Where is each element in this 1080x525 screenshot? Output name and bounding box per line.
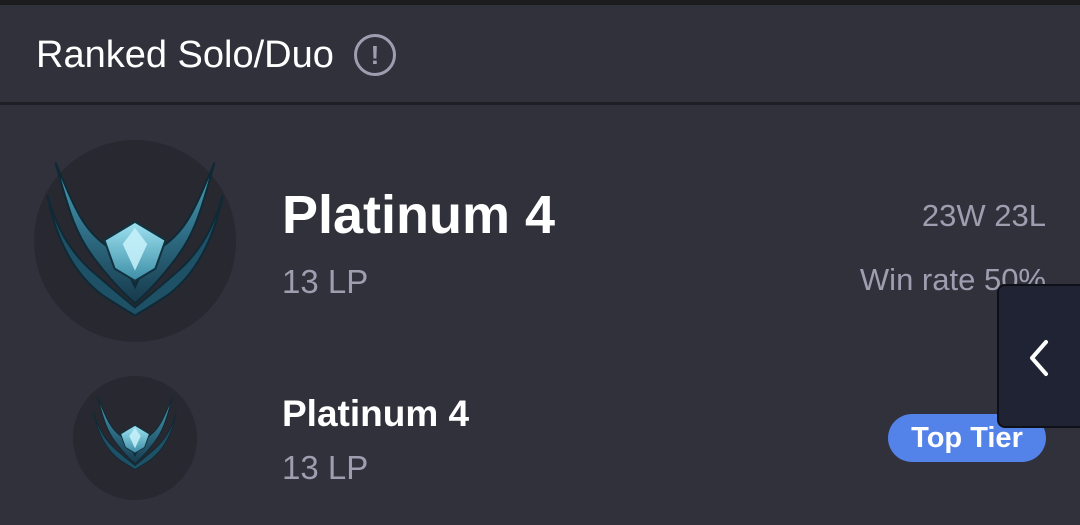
top-tier-emblem xyxy=(73,376,197,500)
platinum-emblem-icon xyxy=(93,396,177,470)
current-tier-name: Platinum 4 xyxy=(282,185,556,245)
platinum-emblem-icon xyxy=(46,161,224,317)
top-tier-lp: 13 LP xyxy=(282,449,369,486)
top-tier-name: Platinum 4 xyxy=(282,393,470,434)
ranked-header: Ranked Solo/Duo ! xyxy=(0,5,1080,103)
current-tier-emblem xyxy=(34,140,236,342)
queue-title: Ranked Solo/Duo xyxy=(36,34,334,76)
exclamation-circle-icon[interactable]: ! xyxy=(354,34,396,76)
win-loss-record: 23W 23L xyxy=(921,198,1046,233)
chevron-left-icon xyxy=(1030,340,1048,376)
side-panel-tab[interactable] xyxy=(997,284,1080,428)
current-lp: 13 LP xyxy=(282,263,369,300)
header-divider xyxy=(0,102,1080,105)
